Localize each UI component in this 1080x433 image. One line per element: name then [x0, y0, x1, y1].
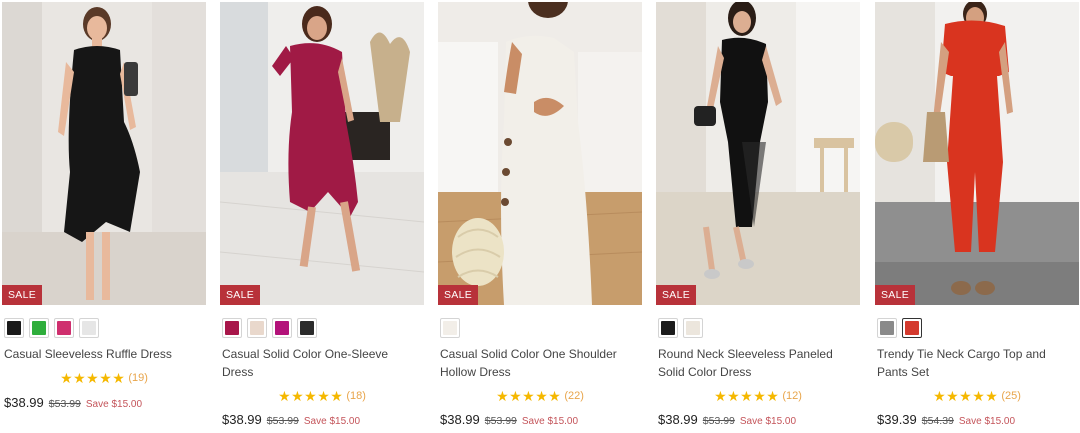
product-title[interactable]: Trendy Tie Neck Cargo Top and Pants Set	[877, 346, 1077, 381]
product-rating: ★★★★★ (19)	[2, 371, 206, 385]
color-swatches	[440, 318, 460, 338]
color-swatches	[222, 318, 317, 338]
color-swatch[interactable]	[4, 318, 24, 338]
price-row: $38.99 $53.99 Save $15.00	[222, 412, 360, 427]
product-photo-white-one-shoulder-dress	[438, 2, 642, 305]
price-row: $38.99 $53.99 Save $15.00	[440, 412, 578, 427]
product-image[interactable]	[656, 2, 860, 305]
sale-badge: SALE	[875, 285, 916, 305]
sale-badge: SALE	[438, 285, 479, 305]
product-photo-black-paneled-dress	[656, 2, 860, 305]
original-price: $54.39	[921, 415, 954, 427]
product-grid: SALE Casual Sleeveless Ruffle Dress ★★★★…	[0, 0, 1080, 433]
product-card[interactable]: SALE Casual Solid Color One Shoulder Hol…	[438, 0, 642, 433]
color-swatch[interactable]	[29, 318, 49, 338]
savings-text: Save $15.00	[303, 416, 361, 427]
star-rating-icon: ★★★★★	[60, 370, 126, 386]
product-rating: ★★★★★ (18)	[220, 389, 424, 403]
product-image[interactable]	[875, 2, 1079, 305]
color-swatch[interactable]	[222, 318, 242, 338]
star-rating-icon: ★★★★★	[933, 388, 999, 404]
price-row: $38.99 $53.99 Save $15.00	[4, 395, 142, 410]
sale-badge: SALE	[2, 285, 43, 305]
savings-text: Save $15.00	[958, 416, 1016, 427]
product-rating: ★★★★★ (25)	[875, 389, 1079, 403]
product-photo-burgundy-one-sleeve-dress	[220, 2, 424, 305]
current-price: $38.99	[440, 412, 480, 427]
color-swatches	[658, 318, 703, 338]
color-swatch[interactable]	[272, 318, 292, 338]
savings-text: Save $15.00	[739, 416, 797, 427]
product-rating: ★★★★★ (22)	[438, 389, 642, 403]
color-swatch[interactable]	[79, 318, 99, 338]
original-price: $53.99	[48, 398, 81, 410]
color-swatch[interactable]	[902, 318, 922, 338]
price-row: $39.39 $54.39 Save $15.00	[877, 412, 1015, 427]
color-swatches	[877, 318, 922, 338]
color-swatch[interactable]	[297, 318, 317, 338]
star-rating-icon: ★★★★★	[496, 388, 562, 404]
product-title[interactable]: Casual Sleeveless Ruffle Dress	[4, 346, 204, 364]
current-price: $38.99	[222, 412, 262, 427]
price-row: $38.99 $53.99 Save $15.00	[658, 412, 796, 427]
savings-text: Save $15.00	[521, 416, 579, 427]
current-price: $39.39	[877, 412, 917, 427]
product-title[interactable]: Casual Solid Color One-Sleeve Dress	[222, 346, 422, 381]
product-card[interactable]: SALE Casual Sleeveless Ruffle Dress ★★★★…	[2, 0, 206, 433]
current-price: $38.99	[4, 395, 44, 410]
star-rating-icon: ★★★★★	[278, 388, 344, 404]
review-count[interactable]: (25)	[1001, 390, 1021, 402]
original-price: $53.99	[484, 415, 517, 427]
product-card[interactable]: SALE Trendy Tie Neck Cargo Top and Pants…	[875, 0, 1079, 433]
color-swatch[interactable]	[877, 318, 897, 338]
product-image[interactable]	[438, 2, 642, 305]
sale-badge: SALE	[220, 285, 261, 305]
product-image[interactable]	[220, 2, 424, 305]
review-count[interactable]: (12)	[782, 390, 802, 402]
color-swatch[interactable]	[683, 318, 703, 338]
sale-badge: SALE	[656, 285, 697, 305]
color-swatch[interactable]	[440, 318, 460, 338]
review-count[interactable]: (19)	[128, 372, 148, 384]
current-price: $38.99	[658, 412, 698, 427]
color-swatch[interactable]	[54, 318, 74, 338]
product-photo-black-ruffle-dress	[2, 2, 206, 305]
product-card[interactable]: SALE Round Neck Sleeveless Paneled Solid…	[656, 0, 860, 433]
color-swatch[interactable]	[247, 318, 267, 338]
product-image[interactable]	[2, 2, 206, 305]
original-price: $53.99	[702, 415, 735, 427]
product-rating: ★★★★★ (12)	[656, 389, 860, 403]
review-count[interactable]: (18)	[346, 390, 366, 402]
product-title[interactable]: Casual Solid Color One Shoulder Hollow D…	[440, 346, 640, 381]
color-swatch[interactable]	[658, 318, 678, 338]
product-photo-red-cargo-set	[875, 2, 1079, 305]
star-rating-icon: ★★★★★	[714, 388, 780, 404]
product-card[interactable]: SALE Casual Solid Color One-Sleeve Dress…	[220, 0, 424, 433]
color-swatches	[4, 318, 99, 338]
product-title[interactable]: Round Neck Sleeveless Paneled Solid Colo…	[658, 346, 858, 381]
review-count[interactable]: (22)	[564, 390, 584, 402]
savings-text: Save $15.00	[85, 399, 143, 410]
original-price: $53.99	[266, 415, 299, 427]
